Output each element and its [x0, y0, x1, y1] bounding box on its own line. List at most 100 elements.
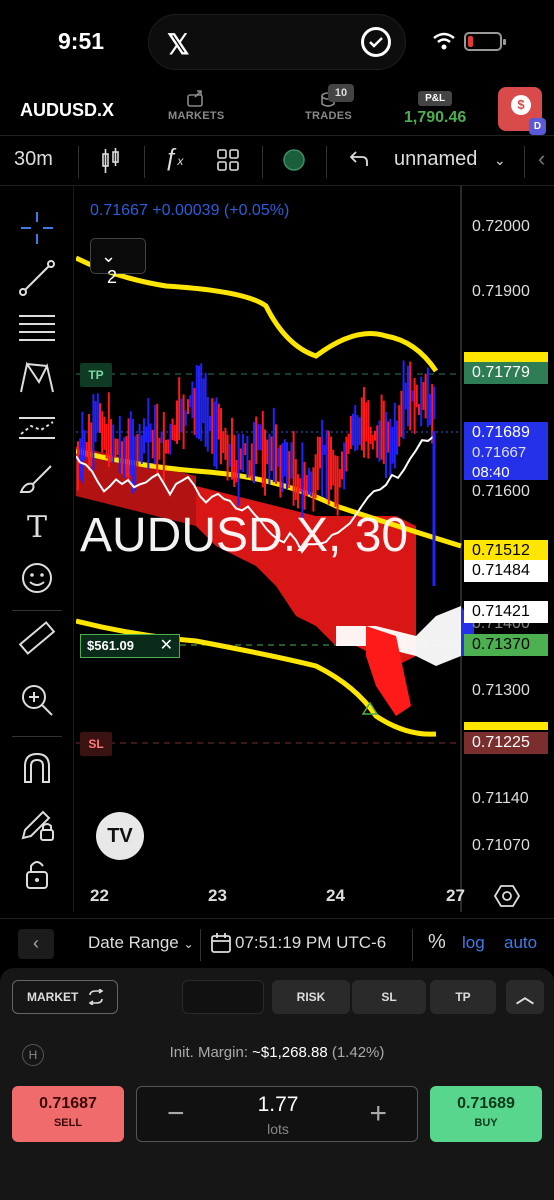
last-price: 0.71667 [472, 444, 527, 461]
order-type-button[interactable]: MARKET [12, 980, 118, 1014]
sl-button[interactable]: SL [352, 980, 426, 1014]
indicator-count: 2 [107, 267, 118, 287]
empty-option-button[interactable] [182, 980, 264, 1014]
alert-dot-icon[interactable] [282, 148, 306, 178]
buy-label: BUY [474, 1117, 498, 1129]
price-tick: 0.71140 [472, 790, 529, 807]
date-axis: 22 23 24 27 [74, 878, 554, 912]
lock-drawings-icon[interactable] [17, 804, 57, 844]
tp-button[interactable]: TP [430, 980, 496, 1014]
collapse-left-icon[interactable]: ‹ [18, 929, 54, 959]
log-scale-toggle[interactable]: log [462, 933, 485, 953]
price-tick: 0.71900 [472, 283, 530, 300]
forecast-icon[interactable] [17, 408, 57, 448]
sell-button[interactable]: 0.71687 SELL [12, 1086, 124, 1142]
auto-scale-toggle[interactable]: auto [504, 933, 537, 953]
x-app-icon: 𝕏 [167, 29, 190, 60]
chevron-down-icon[interactable]: ⌄ [494, 152, 506, 169]
chart-settings-icon[interactable] [494, 884, 520, 908]
lots-stepper[interactable]: − 1.77 lots + [136, 1086, 418, 1142]
init-margin: Init. Margin: ~$1,268.88 (1.42%) [169, 1044, 385, 1061]
pnl-summary[interactable]: P&L 1,790.46 [404, 88, 466, 127]
ruler-icon[interactable] [17, 618, 57, 658]
pnl-label: P&L [418, 91, 453, 106]
indicator-legend-toggle[interactable]: ⌄ 2 [90, 238, 146, 287]
status-bar: 9:51 𝕏 [0, 0, 554, 84]
trend-line-icon[interactable] [17, 258, 57, 298]
calendar-icon[interactable] [210, 932, 232, 954]
date-range-selector[interactable]: Date Range ⌄ [88, 933, 194, 953]
sl-line-label[interactable]: SL [80, 732, 112, 756]
emoji-icon[interactable] [17, 558, 57, 598]
price-tick: 0.71300 [472, 682, 530, 699]
account-button[interactable]: $ D [498, 87, 546, 135]
tp-line-label[interactable]: TP [80, 363, 112, 387]
date-tick: 22 [90, 886, 109, 905]
magnet-icon[interactable] [17, 748, 57, 788]
percent-scale-toggle[interactable]: % [428, 931, 446, 954]
pattern-icon[interactable] [17, 358, 57, 398]
ma-price-tag: 0.71512 [464, 540, 548, 562]
close-position-icon[interactable]: ✕ [160, 635, 173, 657]
markets-icon [168, 90, 225, 110]
position-pl-tag[interactable]: $561.09 ✕ [80, 634, 180, 658]
swap-icon [88, 989, 104, 1005]
crosshair-icon[interactable] [17, 208, 57, 248]
bar-countdown: 08:40 [472, 464, 510, 481]
clock: 9:51 [58, 28, 105, 54]
demo-badge: D [529, 118, 546, 135]
scroll-left-icon[interactable]: ‹ [538, 146, 545, 172]
unlock-icon[interactable] [17, 854, 57, 894]
trades-label: TRADES [305, 110, 353, 122]
indicators-icon[interactable]: ƒx [164, 144, 183, 172]
drawing-toolbar: T [0, 186, 74, 912]
tradingview-logo: TV [96, 812, 144, 860]
session-time[interactable]: 07:51:19 PM UTC-6 [235, 933, 386, 953]
price-tick: 0.72000 [472, 218, 530, 235]
ma-upper [76, 255, 439, 373]
trades-count-badge: 10 [328, 84, 354, 102]
price-tick: 0.71070 [472, 837, 530, 854]
candle-type-icon[interactable] [100, 148, 122, 180]
chevron-down-icon: ⌄ [183, 937, 194, 951]
price-change-readout: 0.71667 +0.00039 (+0.05%) [90, 202, 290, 219]
wifi-icon [433, 32, 455, 50]
buy-button[interactable]: 0.71689 BUY [430, 1086, 542, 1142]
dynamic-island[interactable]: 𝕏 [148, 14, 406, 70]
symbol-selector[interactable]: AUDUSD.X [20, 100, 114, 121]
date-tick: 24 [326, 886, 345, 905]
line-price-tag: 0.71421 [464, 601, 548, 623]
chevron-down-icon: ⌄ [101, 246, 117, 266]
pnl-value: 1,790.46 [404, 109, 467, 126]
battery-icon [464, 32, 506, 51]
markets-tab[interactable]: MARKETS [168, 90, 225, 122]
brush-icon[interactable] [17, 458, 57, 498]
templates-icon[interactable] [216, 148, 240, 178]
buy-price: 0.71689 [457, 1095, 515, 1112]
risk-button[interactable]: RISK [272, 980, 350, 1014]
checkmark-icon [361, 27, 391, 57]
chart-toolbar: 30m ƒx unnamed ⌄ ‹ [0, 138, 554, 186]
increase-lots-button[interactable]: + [369, 1097, 387, 1131]
position-pl-value: $561.09 [87, 638, 134, 653]
text-tool-icon[interactable]: T [17, 508, 57, 548]
trade-panel: MARKET RISK SL TP ︿ H Init. Margin: ~$1,… [0, 968, 554, 1200]
entry-price-tag: 0.71370 [464, 634, 548, 656]
tp-price-tag: 0.71779 [464, 362, 548, 384]
date-tick: 27 [446, 886, 465, 905]
layout-name[interactable]: unnamed [394, 148, 477, 171]
price-tick: 0.71600 [472, 483, 530, 500]
fib-retracement-icon[interactable] [17, 308, 57, 348]
date-tick: 23 [208, 886, 227, 905]
markets-label: MARKETS [168, 110, 225, 122]
current-price-tag: 0.71689 0.71667 08:40 [464, 422, 548, 481]
range-bar: ‹ Date Range ⌄ 07:51:19 PM UTC-6 % log a… [0, 918, 554, 968]
timeframe-selector[interactable]: 30m [14, 148, 53, 171]
symbol-watermark: AUDUSD.X, 30 [80, 509, 408, 562]
sl-price-tag: 0.71225 [464, 732, 548, 754]
undo-icon[interactable] [348, 148, 370, 176]
sell-label: SELL [53, 1117, 83, 1129]
line-price-tag: 0.71484 [464, 560, 548, 582]
zoom-in-icon[interactable] [17, 680, 57, 720]
chevron-up-icon[interactable]: ︿ [506, 980, 544, 1014]
